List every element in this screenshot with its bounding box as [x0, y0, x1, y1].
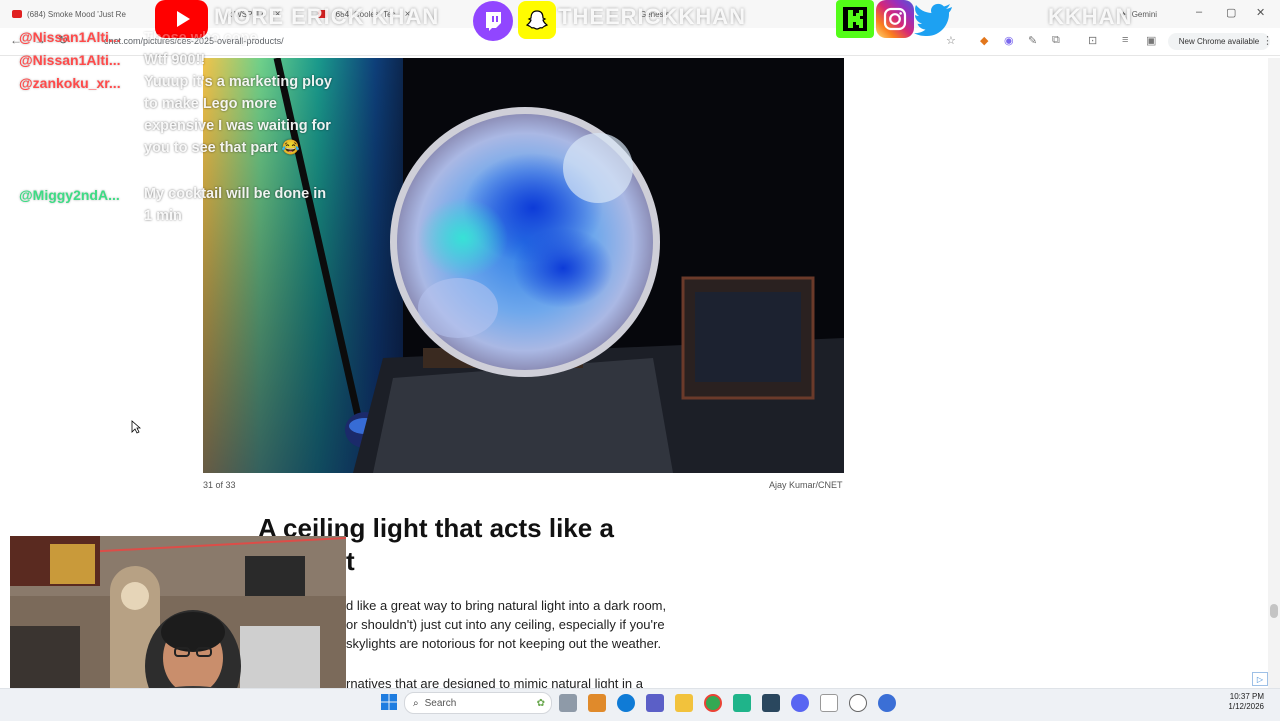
extension-icon[interactable]: ◉ [1004, 34, 1014, 47]
chat-message: Those who cope [144, 30, 258, 46]
system-clock[interactable]: 10:37 PM 1/12/2026 [1218, 692, 1264, 712]
snapchat-icon [518, 1, 556, 39]
chat-username: @Miggy2ndA... [19, 187, 120, 203]
pen-icon[interactable]: ✎ [1028, 34, 1037, 47]
discord-icon[interactable] [791, 694, 809, 712]
page-scrollbar[interactable] [1268, 58, 1280, 688]
metamask-icon[interactable]: ◆ [980, 34, 988, 47]
bing-highlight-icon: ✿ [536, 697, 545, 709]
chat-message: My cocktail will be done in 1 min [144, 186, 327, 224]
chat-message: Yuuup it's a marketing ploy to make Lego… [144, 74, 332, 156]
chat-username: @zankoku_xr... [19, 75, 121, 91]
taskbar-search[interactable]: ⌕ Search ✿ [404, 692, 552, 714]
close-window-icon[interactable]: ✕ [1256, 6, 1265, 19]
taskbar [0, 688, 1280, 721]
tab-label: (684) Smoke Mood 'Just Re [27, 9, 126, 19]
screenshot-icon[interactable]: ⊡ [1088, 34, 1097, 47]
edge-icon[interactable] [617, 694, 635, 712]
copilot-icon[interactable] [588, 694, 606, 712]
teams-icon[interactable] [646, 694, 664, 712]
image-credit: Ajay Kumar/CNET [769, 480, 843, 490]
chat-message: Wtf 900!! [144, 52, 206, 68]
clock-date: 1/12/2026 [1228, 702, 1264, 711]
kick-icon [836, 0, 874, 38]
instagram-icon [876, 0, 914, 38]
twitch-icon [473, 1, 513, 41]
notepad-icon[interactable] [820, 694, 838, 712]
banner-text-right: KKHAN [1048, 4, 1133, 29]
app-icon[interactable] [733, 694, 751, 712]
minimize-icon[interactable]: – [1196, 6, 1202, 18]
clock-time: 10:37 PM [1229, 692, 1264, 701]
file-explorer-icon[interactable] [675, 694, 693, 712]
image-counter: 31 of 33 [203, 480, 236, 490]
chat-username: @Nissan1Alti... [19, 29, 121, 45]
profile-icon[interactable]: ▣ [1146, 34, 1156, 47]
steam-icon[interactable] [762, 694, 780, 712]
ad-choices-icon[interactable]: ▷ [1252, 672, 1268, 686]
obs-icon[interactable] [849, 694, 867, 712]
chrome-icon[interactable] [704, 694, 722, 712]
new-chrome-button[interactable]: New Chrome available [1168, 33, 1270, 50]
app-icon[interactable] [878, 694, 896, 712]
kebab-menu-icon[interactable]: ⋮ [1262, 34, 1273, 47]
search-icon: ⌕ [413, 697, 419, 709]
youtube-favicon-icon [12, 10, 22, 18]
maximize-icon[interactable]: ▢ [1226, 6, 1236, 19]
search-placeholder: Search [424, 697, 457, 709]
scrollbar-thumb[interactable] [1270, 604, 1278, 618]
menu-list-icon[interactable]: ≡ [1122, 34, 1128, 46]
chat-username: @Nissan1Alti... [19, 52, 121, 68]
mouse-cursor-icon [131, 420, 142, 439]
tab-label: Gemini [1131, 9, 1158, 19]
tab-youtube[interactable]: (684) Smoke Mood 'Just Re [12, 5, 142, 23]
banner-text-mid: THEERICKKHAN [558, 4, 746, 29]
puzzle-icon[interactable]: ⧉ [1052, 34, 1060, 47]
task-view-icon[interactable] [559, 694, 577, 712]
start-button[interactable] [381, 694, 397, 715]
twitter-icon [914, 2, 954, 37]
